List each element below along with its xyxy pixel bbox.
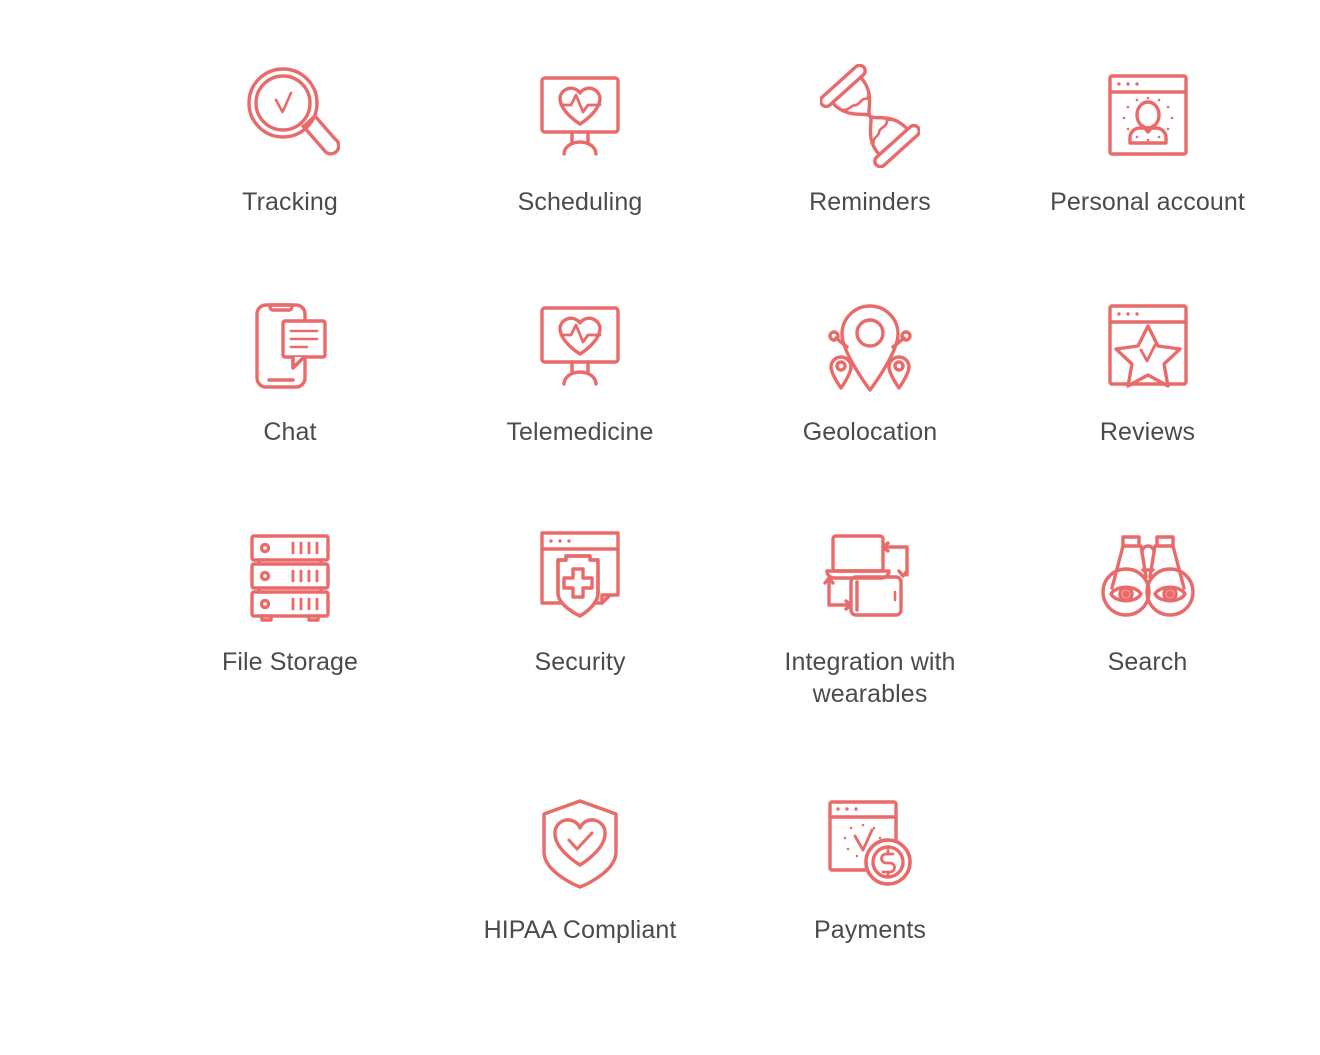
feature-item-geolocation[interactable]: Geolocation: [725, 292, 1015, 522]
feature-label: Reviews: [1099, 418, 1196, 446]
empty-cell: [145, 790, 435, 975]
feature-label: Personal account: [1050, 188, 1245, 216]
left-gutter: [0, 522, 145, 790]
top-spacer: [0, 0, 1320, 62]
left-gutter: [0, 62, 145, 292]
feature-item-tracking[interactable]: Tracking: [145, 62, 435, 292]
feature-item-chat[interactable]: Chat: [145, 292, 435, 522]
browser-coin-check-icon: [824, 790, 916, 898]
feature-label: Security: [534, 648, 626, 676]
feature-label: Tracking: [242, 188, 338, 216]
shield-heart-check-icon: [538, 790, 622, 898]
feature-label: Geolocation: [802, 418, 938, 446]
laptop-tablet-sync-icon: [820, 522, 920, 630]
feature-label: HIPAA Compliant: [483, 916, 677, 944]
browser-star-check-icon: [1102, 292, 1194, 400]
feature-item-personal-account[interactable]: Personal account: [1015, 62, 1280, 292]
feature-item-reviews[interactable]: Reviews: [1015, 292, 1280, 522]
right-gutter: [1280, 62, 1320, 292]
feature-label: Payments: [814, 916, 926, 944]
right-gutter: [1280, 522, 1320, 790]
magnifier-check-icon: [240, 62, 340, 170]
feature-label: Search: [1107, 648, 1188, 676]
feature-item-search[interactable]: Search: [1015, 522, 1280, 790]
feature-item-payments[interactable]: Payments: [725, 790, 1015, 975]
hourglass-icon: [820, 62, 920, 170]
browser-shield-cross-icon: [534, 522, 626, 630]
feature-item-hipaa-compliant[interactable]: HIPAA Compliant: [435, 790, 725, 975]
feature-label: Reminders: [809, 188, 931, 216]
right-gutter: [1280, 292, 1320, 522]
browser-user-icon: [1102, 62, 1194, 170]
feature-icon-board: Tracking Scheduling Reminders Personal a…: [0, 0, 1320, 1055]
server-rack-icon: [245, 522, 335, 630]
feature-item-security[interactable]: Security: [435, 522, 725, 790]
monitor-heartbeat-icon: [530, 62, 630, 170]
feature-label: File Storage: [222, 648, 358, 676]
left-gutter: [0, 790, 145, 975]
feature-item-file-storage[interactable]: File Storage: [145, 522, 435, 790]
empty-cell: [1015, 790, 1280, 975]
feature-label: Integration with wearables: [784, 648, 956, 708]
bottom-spacer: [0, 975, 1320, 1015]
feature-label: Telemedicine: [506, 418, 654, 446]
feature-grid: Tracking Scheduling Reminders Personal a…: [0, 0, 1320, 1055]
feature-item-telemedicine[interactable]: Telemedicine: [435, 292, 725, 522]
feature-item-reminders[interactable]: Reminders: [725, 62, 1015, 292]
feature-item-integration-with-wearables[interactable]: Integration with wearables: [725, 522, 1015, 790]
monitor-heartbeat-icon: [530, 292, 630, 400]
phone-chat-bubble-icon: [245, 292, 335, 400]
map-pins-icon: [823, 292, 917, 400]
binoculars-eyes-icon: [1099, 522, 1197, 630]
feature-item-scheduling[interactable]: Scheduling: [435, 62, 725, 292]
feature-label: Chat: [263, 418, 317, 446]
left-gutter: [0, 292, 145, 522]
feature-label: Scheduling: [517, 188, 643, 216]
right-gutter: [1280, 790, 1320, 975]
